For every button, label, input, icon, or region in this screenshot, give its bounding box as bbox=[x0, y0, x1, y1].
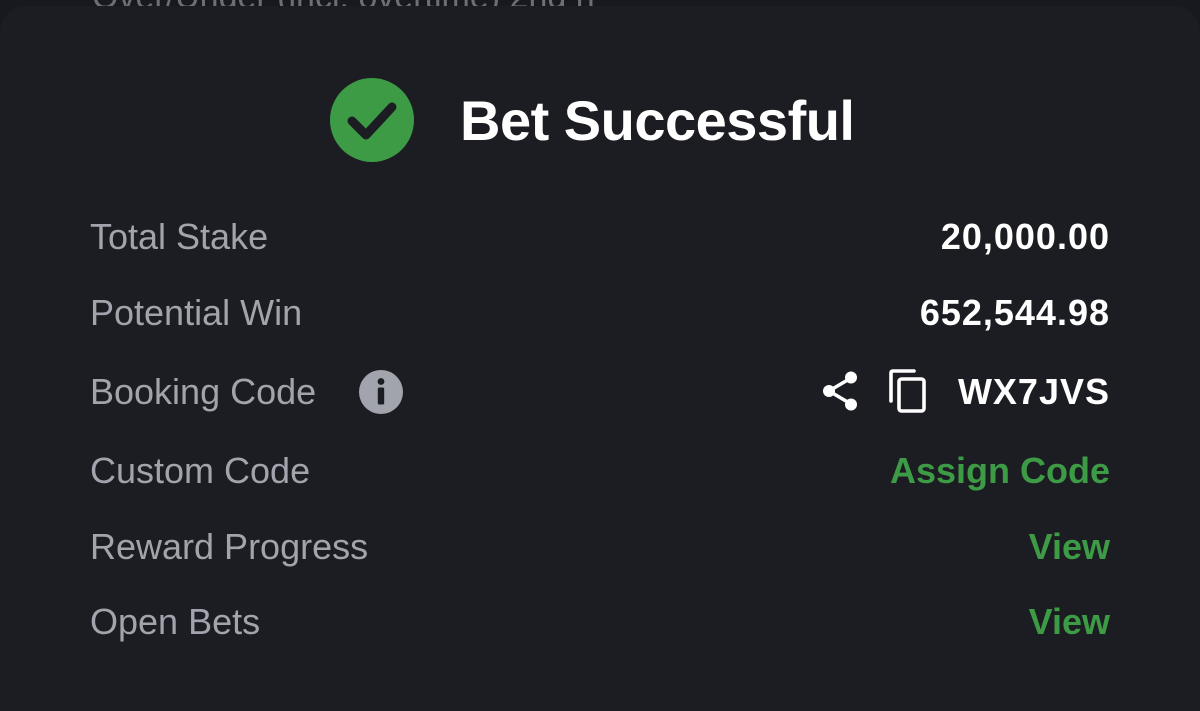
potential-win-label: Potential Win bbox=[90, 292, 303, 333]
potential-win-value: 652,544.98 bbox=[919, 292, 1110, 333]
info-icon[interactable] bbox=[358, 369, 404, 415]
success-header: Bet Successful bbox=[0, 76, 1200, 162]
total-stake-row: Total Stake 20,000.00 bbox=[90, 206, 1110, 266]
open-bets-view-link[interactable]: View bbox=[1029, 601, 1110, 643]
total-stake-value: 20,000.00 bbox=[940, 216, 1110, 257]
custom-code-row: Custom Code Assign Code bbox=[90, 440, 1110, 500]
booking-code-row: Booking Code WX7JVS bbox=[90, 361, 1110, 421]
reward-progress-row: Reward Progress View bbox=[90, 516, 1110, 576]
custom-code-label: Custom Code bbox=[90, 450, 311, 491]
potential-win-row: Potential Win 652,544.98 bbox=[90, 282, 1110, 342]
bet-success-sheet: Bet Successful Total Stake 20,000.00 Pot… bbox=[0, 6, 1200, 711]
total-stake-label: Total Stake bbox=[90, 216, 269, 257]
open-bets-label: Open Bets bbox=[90, 601, 261, 642]
page-title: Bet Successful bbox=[460, 89, 855, 152]
share-icon[interactable] bbox=[820, 369, 862, 413]
booking-code-label: Booking Code bbox=[90, 371, 317, 412]
copy-icon[interactable] bbox=[886, 368, 928, 414]
open-bets-row: Open Bets View bbox=[90, 591, 1110, 651]
assign-code-link[interactable]: Assign Code bbox=[890, 450, 1110, 492]
check-circle-icon bbox=[330, 78, 414, 162]
reward-progress-label: Reward Progress bbox=[90, 526, 369, 567]
booking-code-value[interactable]: WX7JVS bbox=[958, 371, 1110, 413]
reward-progress-view-link[interactable]: View bbox=[1029, 526, 1110, 568]
